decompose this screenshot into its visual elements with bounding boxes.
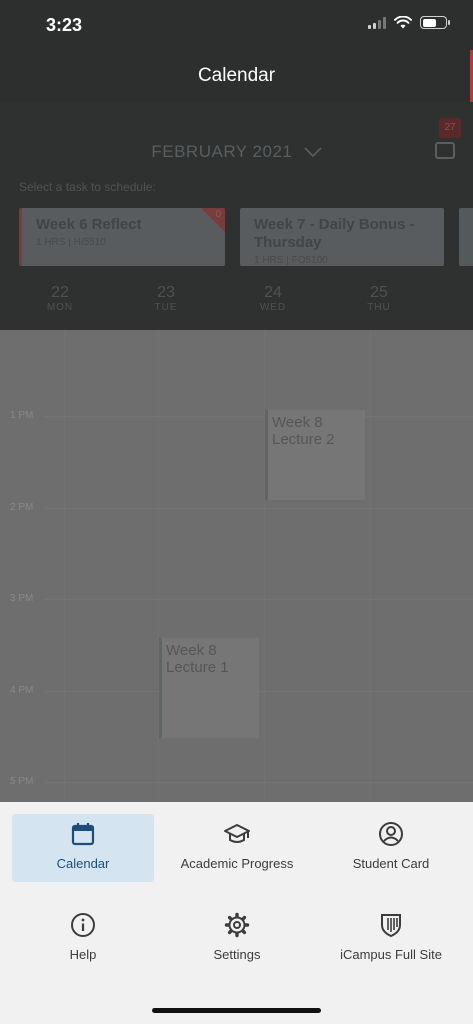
battery-icon: [420, 16, 450, 29]
day-header[interactable]: 24 WED: [243, 284, 303, 313]
day-name: TUE: [154, 302, 178, 313]
task-card[interactable]: Week 6 Reflect 1 HRS | HI5510 0: [19, 208, 225, 266]
column-divider: [264, 330, 265, 802]
day-number: 22: [51, 284, 69, 301]
menu-item-help[interactable]: Help: [12, 905, 154, 973]
info-icon: [71, 913, 95, 937]
menu-label: iCampus Full Site: [340, 947, 442, 962]
hour-line: [44, 599, 473, 600]
task-meta: 1 HRS | HI5510: [36, 237, 106, 248]
day-number: 23: [157, 284, 175, 301]
signal-icon: [368, 16, 386, 29]
menu-label: Help: [69, 947, 97, 962]
status-bar: 3:23: [0, 0, 473, 50]
menu-item-settings[interactable]: Settings: [166, 905, 308, 973]
chevron-down-icon: [304, 147, 322, 157]
calendar-event[interactable]: Week 8 Lecture 2: [265, 410, 365, 500]
month-label: FEBRUARY 2021: [151, 142, 293, 161]
task-flag-number: 0: [215, 209, 221, 220]
event-title: Week 8 Lecture 1: [166, 642, 229, 676]
page-title: Calendar: [197, 65, 276, 86]
task-title: Week 7 - Daily Bonus - Thursday: [254, 216, 415, 251]
home-indicator[interactable]: [152, 1008, 321, 1013]
wifi-icon: [394, 16, 412, 29]
menu-label: Calendar: [56, 856, 110, 871]
task-card-partial[interactable]: [459, 208, 473, 266]
hour-label: 2 PM: [10, 502, 34, 513]
hour-line: [44, 416, 473, 417]
graduation-cap-icon: [224, 824, 250, 843]
column-divider: [370, 330, 371, 802]
column-divider: [64, 330, 65, 802]
calendar-event[interactable]: Week 8 Lecture 1: [159, 638, 259, 738]
hour-label: 5 PM: [10, 776, 34, 787]
menu-label: Academic Progress: [180, 856, 294, 871]
hour-line: [44, 508, 473, 509]
hour-label: 4 PM: [10, 685, 34, 696]
shield-icon: [381, 914, 401, 938]
bottom-menu-sheet: Calendar Academic Progress Student Card: [0, 802, 473, 1024]
hour-label: 3 PM: [10, 593, 34, 604]
calendar-grid: 1 PM 2 PM 3 PM 4 PM 5 PM Week 8 Lecture …: [0, 330, 473, 802]
hour-line: [44, 782, 473, 783]
status-icons: [368, 16, 450, 29]
day-name: MON: [46, 302, 74, 313]
status-time: 3:23: [46, 15, 83, 35]
hour-label: 1 PM: [10, 410, 34, 421]
menu-item-calendar[interactable]: Calendar: [12, 814, 154, 882]
user-circle-icon: [379, 822, 403, 846]
menu-item-icampus-full-site[interactable]: iCampus Full Site: [320, 905, 462, 973]
gear-icon: [224, 912, 250, 938]
app-header: Calendar: [0, 50, 473, 102]
calendar-top-panel: FEBRUARY 2021 27 Select a task to schedu…: [0, 102, 473, 330]
menu-label: Settings: [213, 947, 261, 962]
day-name: THU: [367, 302, 391, 313]
badge-count: 27: [439, 118, 461, 138]
task-meta: 1 HRS | FO5100: [254, 255, 328, 266]
menu-item-academic-progress[interactable]: Academic Progress: [166, 814, 308, 882]
calendar-view-icon[interactable]: [435, 142, 455, 159]
menu-label: Student Card: [352, 856, 430, 871]
calendar-icon: [71, 823, 95, 846]
day-header[interactable]: 23 TUE: [136, 284, 196, 313]
event-title: Week 8 Lecture 2: [272, 414, 335, 448]
day-header[interactable]: 22 MON: [30, 284, 90, 313]
day-number: 24: [264, 284, 282, 301]
task-title: Week 6 Reflect: [36, 216, 142, 233]
day-number: 25: [370, 284, 388, 301]
month-selector[interactable]: FEBRUARY 2021: [0, 142, 473, 162]
menu-item-student-card[interactable]: Student Card: [320, 814, 462, 882]
task-flag: [201, 208, 225, 232]
day-header[interactable]: 25 THU: [349, 284, 409, 313]
task-prompt: Select a task to schedule:: [19, 180, 156, 194]
day-name: WED: [259, 302, 287, 313]
task-card[interactable]: Week 7 - Daily Bonus - Thursday 1 HRS | …: [240, 208, 444, 266]
